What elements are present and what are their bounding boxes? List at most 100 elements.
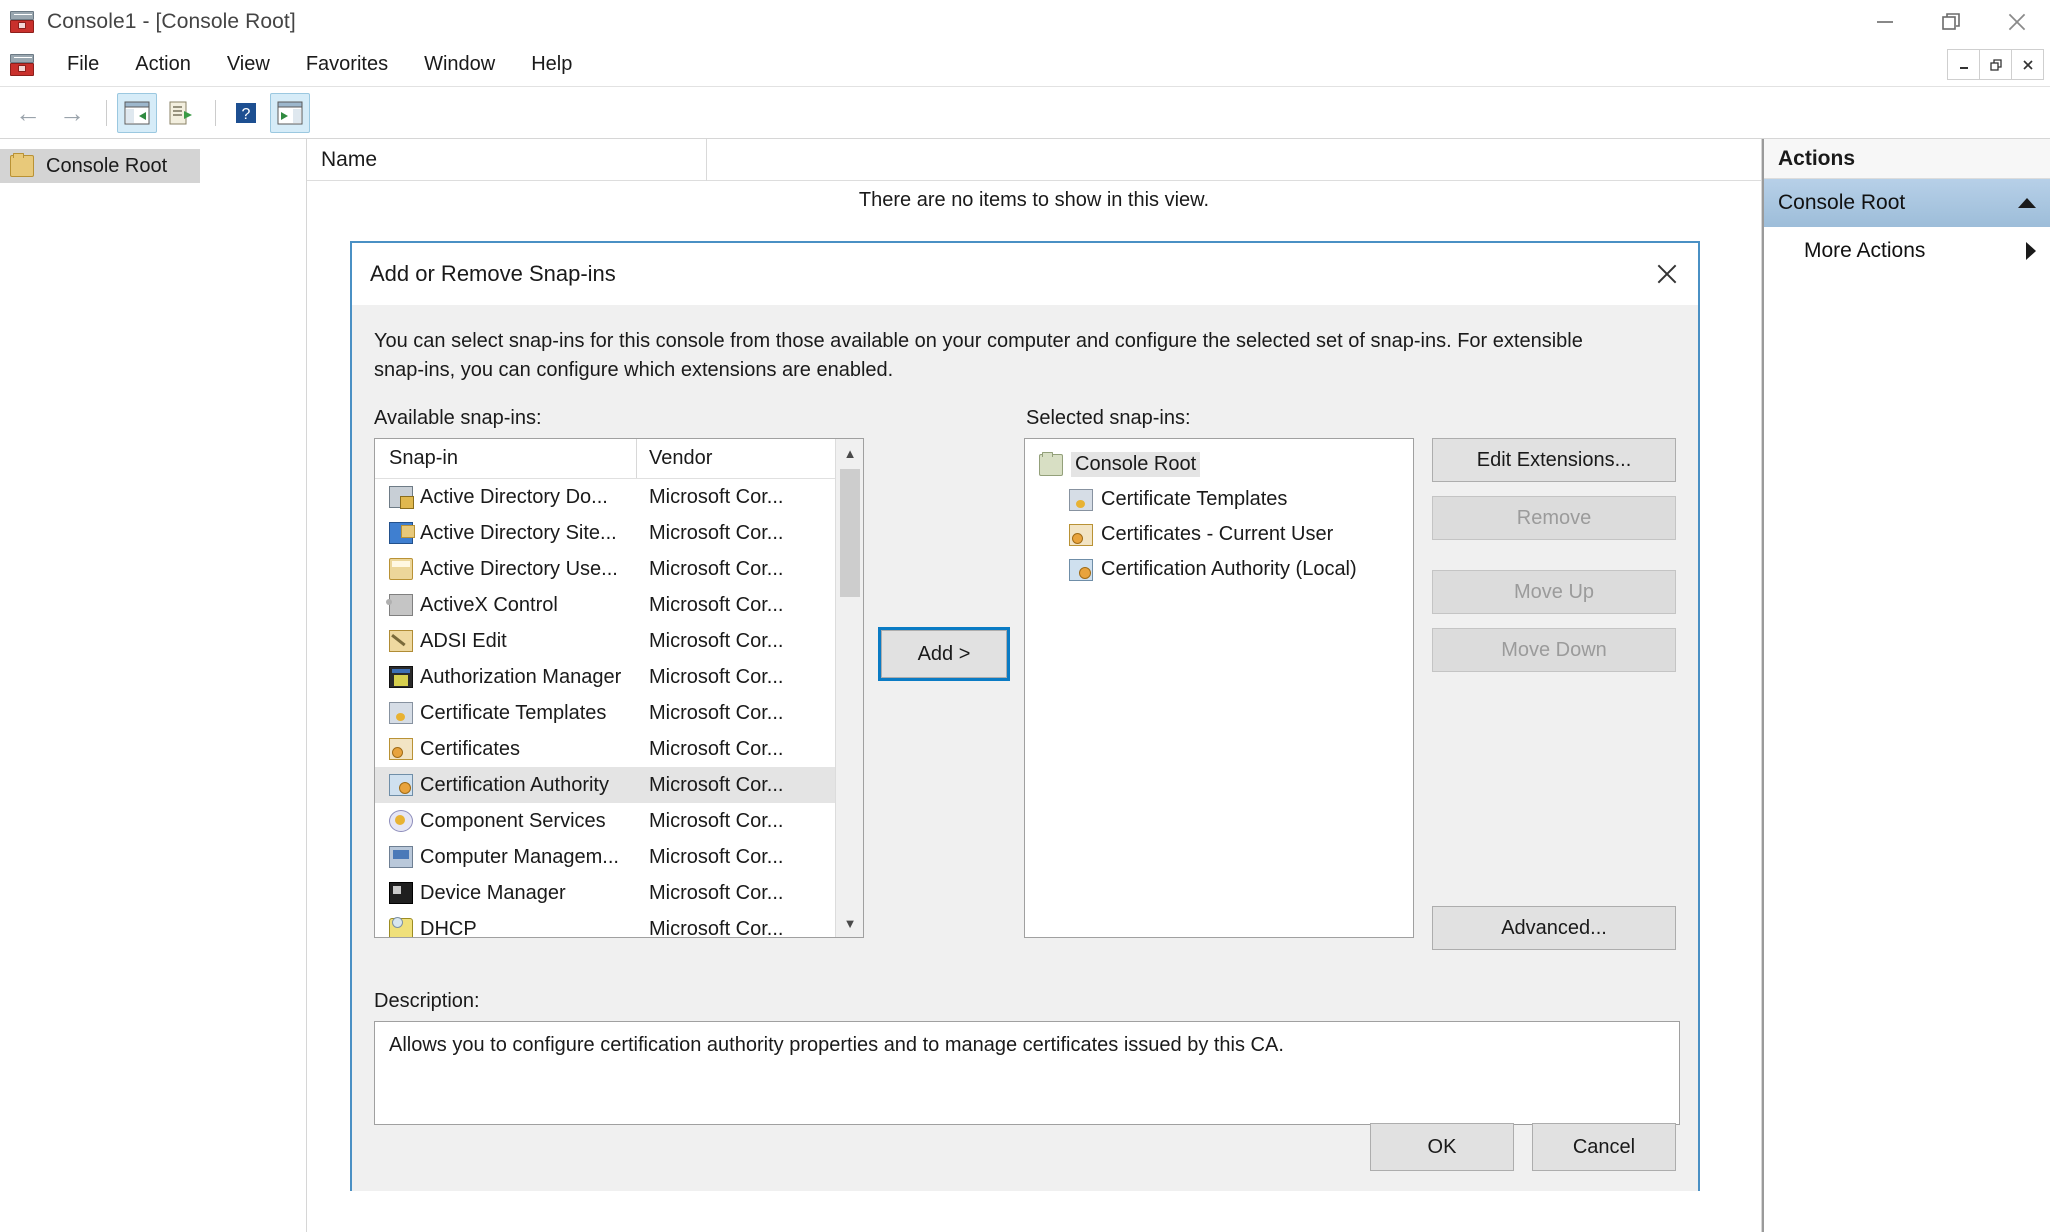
snapin-name: Device Manager [420, 882, 566, 905]
available-snapin-row[interactable]: Authorization Manager Microsoft Cor... [375, 659, 863, 695]
ok-button[interactable]: OK [1370, 1123, 1514, 1171]
snapin-vendor: Microsoft Cor... [637, 522, 863, 545]
selected-snapin-row[interactable]: Certificates - Current User [1035, 517, 1413, 552]
selected-tree-root-label: Console Root [1071, 452, 1200, 477]
dialog-titlebar: Add or Remove Snap-ins [352, 243, 1698, 305]
forward-button[interactable]: → [52, 93, 92, 133]
snapin-vendor: Microsoft Cor... [637, 738, 863, 761]
console-tree-icon [124, 101, 150, 125]
menu-item-help[interactable]: Help [517, 49, 586, 80]
mdi-minimize-button[interactable] [1947, 49, 1980, 80]
certs-icon [389, 738, 413, 760]
snapin-name: Authorization Manager [420, 666, 621, 689]
show-hide-action-pane-button[interactable] [270, 93, 310, 133]
available-snapin-row[interactable]: ADSI Edit Microsoft Cor... [375, 623, 863, 659]
available-snapin-row[interactable]: DHCPMicrosoft Cor... [375, 911, 863, 938]
ca-icon [389, 774, 413, 796]
scrollbar-thumb[interactable] [840, 469, 860, 597]
available-snapin-row[interactable]: Active Directory Use...Microsoft Cor... [375, 551, 863, 587]
mmc-toolbox-icon [9, 9, 35, 35]
snapin-vendor: Microsoft Cor... [637, 666, 863, 689]
help-button[interactable]: ? [226, 93, 266, 133]
question-mark-icon: ? [234, 101, 258, 125]
remove-button[interactable]: Remove [1432, 496, 1676, 540]
menu-item-view[interactable]: View [213, 49, 284, 80]
available-snapin-row[interactable]: Component ServicesMicrosoft Cor... [375, 803, 863, 839]
close-button[interactable] [1984, 0, 2050, 43]
available-snapins-column: Snap-in Vendor Active Directory Do...Mic… [374, 438, 864, 938]
selected-snapins-tree[interactable]: Console Root Certificate TemplatesCertif… [1024, 438, 1414, 938]
console-tree-pane: Console Root [0, 139, 307, 1232]
available-snapins-listbox[interactable]: Snap-in Vendor Active Directory Do...Mic… [374, 438, 864, 938]
dev-icon [389, 882, 413, 904]
mdi-restore-button[interactable] [1979, 49, 2012, 80]
tree-item-console-root[interactable]: Console Root [0, 149, 200, 183]
available-snapin-row[interactable]: Active Directory Site...Microsoft Cor... [375, 515, 863, 551]
left-arrow-icon: ← [15, 100, 41, 126]
collapse-caret-icon[interactable] [2018, 198, 2036, 208]
restore-button[interactable] [1918, 0, 1984, 43]
menu-item-action[interactable]: Action [121, 49, 205, 80]
folder-icon [1039, 454, 1063, 476]
available-snapin-row[interactable]: Computer Managem...Microsoft Cor... [375, 839, 863, 875]
snapin-vendor: Microsoft Cor... [637, 594, 863, 617]
available-snapin-row[interactable]: Certification AuthorityMicrosoft Cor... [375, 767, 863, 803]
snapin-name: Certificates [420, 738, 520, 761]
column-header-snapin[interactable]: Snap-in [375, 439, 637, 478]
selected-snapins-label: Selected snap-ins: [1026, 407, 1416, 430]
srv-icon [389, 486, 413, 508]
advanced-button[interactable]: Advanced... [1432, 906, 1676, 950]
edit-extensions-button[interactable]: Edit Extensions... [1432, 438, 1676, 482]
back-button[interactable]: ← [8, 93, 48, 133]
column-header-name[interactable]: Name [307, 139, 707, 181]
snapin-name: Certificate Templates [420, 702, 606, 725]
available-snapin-row[interactable]: Certificate TemplatesMicrosoft Cor... [375, 695, 863, 731]
selected-snapin-row[interactable]: Certification Authority (Local) [1035, 552, 1413, 587]
snapin-vendor: Microsoft Cor... [637, 846, 863, 869]
menu-item-favorites[interactable]: Favorites [292, 49, 402, 80]
export-list-button[interactable] [161, 93, 201, 133]
folder-icon [10, 155, 34, 177]
toolbar-separator-2 [215, 100, 216, 126]
svg-text:?: ? [242, 106, 251, 123]
cancel-button[interactable]: Cancel [1532, 1123, 1676, 1171]
actions-group-console-root[interactable]: Console Root [1764, 179, 2050, 227]
snapin-name: DHCP [420, 918, 477, 939]
cmgmt-icon [389, 846, 413, 868]
axctl-icon [389, 594, 413, 616]
available-snapin-row[interactable]: Active Directory Do...Microsoft Cor... [375, 479, 863, 515]
snapin-vendor: Microsoft Cor... [637, 630, 863, 653]
dialog-close-button[interactable] [1636, 245, 1698, 303]
column-header-vendor[interactable]: Vendor [637, 439, 863, 478]
add-button[interactable]: Add > [881, 630, 1007, 678]
available-snapin-row[interactable]: Device ManagerMicrosoft Cor... [375, 875, 863, 911]
dialog-columns: Snap-in Vendor Active Directory Do...Mic… [374, 438, 1676, 964]
actions-item-more-actions[interactable]: More Actions [1764, 227, 2050, 275]
minimize-button[interactable] [1852, 0, 1918, 43]
snapin-vendor: Microsoft Cor... [637, 486, 863, 509]
selected-snapin-row[interactable]: Certificate Templates [1035, 482, 1413, 517]
dhcp-icon [389, 918, 413, 938]
snapin-name: Component Services [420, 810, 606, 833]
certs-icon [1069, 524, 1093, 546]
description-box: Allows you to configure certification au… [374, 1021, 1680, 1125]
available-snapin-row[interactable]: Certificates Microsoft Cor... [375, 731, 863, 767]
move-down-button[interactable]: Move Down [1432, 628, 1676, 672]
move-up-button[interactable]: Move Up [1432, 570, 1676, 614]
available-snapins-label: Available snap-ins: [374, 407, 864, 430]
scroll-up-icon[interactable]: ▲ [836, 439, 864, 467]
snapin-name: ADSI Edit [420, 630, 507, 653]
available-list-scrollbar[interactable]: ▲ ▼ [835, 439, 863, 937]
menu-item-window[interactable]: Window [410, 49, 509, 80]
scroll-down-icon[interactable]: ▼ [836, 909, 864, 937]
menu-item-file[interactable]: File [53, 49, 113, 80]
mdi-close-button[interactable] [2011, 49, 2044, 80]
tree-item-label: Console Root [46, 155, 167, 178]
snapin-name: ActiveX Control [420, 594, 558, 617]
blue-icon [389, 522, 413, 544]
show-hide-console-tree-button[interactable] [117, 93, 157, 133]
selected-tree-root[interactable]: Console Root [1035, 447, 1413, 482]
available-snapin-row[interactable]: ActiveX Control Microsoft Cor... [375, 587, 863, 623]
auth-icon [389, 666, 413, 688]
dialog-body: You can select snap-ins for this console… [352, 305, 1698, 1191]
